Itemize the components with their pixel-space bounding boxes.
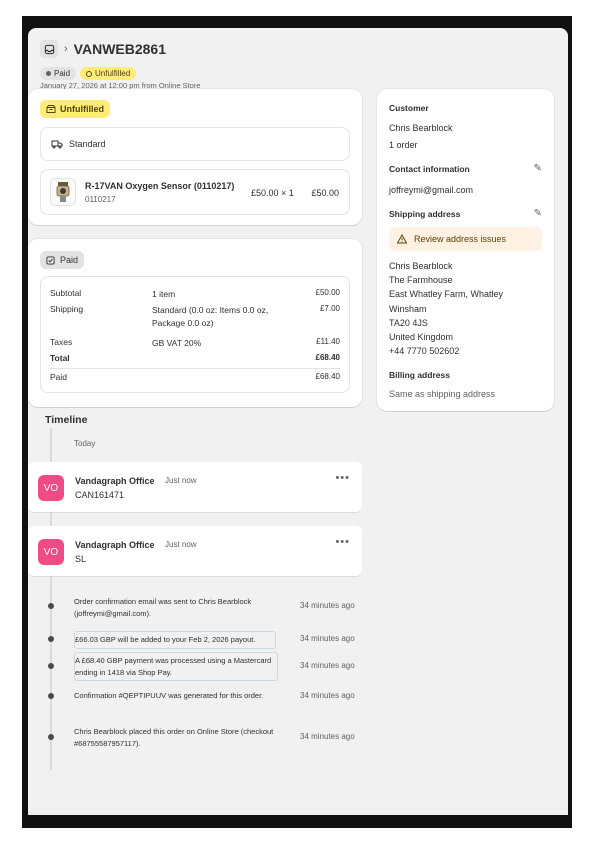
timeline-comment: VO Vandagraph Office Just now SL •••	[28, 526, 362, 576]
line-item: R-17VAN Oxygen Sensor (0110217) 0110217 …	[40, 169, 350, 215]
product-price-qty: £50.00 × 1	[251, 188, 294, 198]
dot-icon	[46, 71, 51, 76]
row-amount: £68.40	[315, 372, 340, 381]
orders-back-button[interactable]	[40, 40, 58, 58]
timeline-comment: VO Vandagraph Office Just now CAN161471 …	[28, 462, 362, 512]
contact-heading: Contact information	[389, 164, 470, 174]
timeline-dot	[48, 734, 54, 740]
payment-summary: Subtotal 1 item £50.00 Shipping Standard…	[40, 276, 350, 393]
product-sku: 0110217	[85, 195, 116, 204]
row-label: Taxes	[50, 337, 73, 347]
product-name[interactable]: R-17VAN Oxygen Sensor (0110217)	[85, 181, 234, 191]
event-time: 34 minutes ago	[300, 601, 355, 610]
shipping-method-label: Standard	[69, 139, 106, 149]
warning-icon	[397, 234, 407, 244]
address-line: Winsham	[389, 303, 427, 314]
avatar: VO	[38, 539, 64, 565]
comment-text: CAN161471	[75, 490, 125, 500]
sensor-image-icon	[56, 182, 70, 202]
timeline-day-label: Today	[74, 439, 96, 448]
event-text: Confirmation #QEPTIPUUV was generated fo…	[74, 691, 264, 700]
address-line: +44 7770 502602	[389, 346, 460, 357]
timeline-dot	[48, 636, 54, 642]
row-detail: 1 item	[152, 289, 176, 299]
fulfillment-card: Unfulfilled Standard R-17VAN Oxygen Sens…	[28, 89, 362, 225]
timeline-dot	[48, 603, 54, 609]
comment-time: Just now	[165, 476, 197, 485]
ring-icon	[86, 70, 93, 77]
unfulfilled-tag: Unfulfilled	[40, 100, 110, 118]
shipping-address: Chris Bearblock The Farmhouse East Whatl…	[389, 259, 503, 358]
paid-tag: Paid	[40, 251, 85, 269]
review-address-button[interactable]: Review address issues	[389, 227, 542, 251]
inbox-icon	[44, 44, 54, 54]
row-label: Paid	[50, 372, 68, 382]
page-title: VANWEB2861	[73, 41, 166, 57]
row-label: Subtotal	[50, 288, 82, 298]
unfulfilled-label: Unfulfilled	[60, 104, 104, 114]
billing-address-value: Same as shipping address	[389, 389, 496, 399]
comment-author: Vandagraph Office	[75, 476, 155, 486]
payment-card: Paid Subtotal 1 item £50.00 Shipping Sta…	[28, 239, 362, 407]
shipping-method-box: Standard	[40, 127, 350, 161]
payment-status-badge: Paid	[40, 67, 77, 80]
billing-address-heading: Billing address	[389, 370, 450, 380]
row-amount: £50.00	[315, 288, 340, 297]
row-label: Shipping	[50, 304, 84, 314]
row-amount: £11.40	[316, 337, 340, 346]
event-text[interactable]: A £68.40 GBP payment was processed using…	[74, 652, 278, 681]
comment-author: Vandagraph Office	[75, 540, 155, 550]
order-page: › VANWEB2861 Paid Unfulfilled January 27…	[28, 28, 568, 815]
edit-shipping-pencil-icon[interactable]: ✎	[534, 208, 542, 219]
product-thumbnail[interactable]	[50, 178, 76, 206]
comment-text: SL	[75, 554, 87, 564]
checkbox-icon	[46, 255, 55, 265]
product-total: £50.00	[311, 188, 339, 198]
payment-status-label: Paid	[54, 69, 71, 78]
more-actions-icon[interactable]: •••	[335, 536, 350, 548]
row-detail[interactable]: GB VAT 20%	[152, 337, 292, 350]
event-time: 34 minutes ago	[300, 634, 355, 643]
shipping-address-heading: Shipping address	[389, 209, 461, 219]
fulfillment-status-badge: Unfulfilled	[80, 67, 137, 80]
page-header: › VANWEB2861	[40, 40, 166, 58]
more-actions-icon[interactable]: •••	[335, 472, 350, 484]
row-amount: £68.40	[315, 353, 340, 362]
edit-contact-pencil-icon[interactable]: ✎	[534, 163, 542, 174]
row-label: Total	[50, 353, 70, 363]
address-line: East Whatley Farm, Whatley	[389, 289, 504, 300]
event-text: Chris Bearblock placed this order on Onl…	[74, 727, 274, 748]
address-line: Chris Bearblock	[389, 261, 453, 271]
address-line: United Kingdom	[389, 332, 454, 343]
customer-heading: Customer	[389, 103, 429, 113]
truck-icon	[51, 140, 63, 149]
event-text[interactable]: £66.03 GBP will be added to your Feb 2, …	[74, 631, 276, 649]
event-text: Order confirmation email was sent to Chr…	[74, 597, 252, 618]
event-time: 34 minutes ago	[300, 661, 355, 670]
row-detail: Standard (0.0 oz: Items 0.0 oz, Package …	[152, 305, 269, 328]
fulfillment-status-label: Unfulfilled	[95, 69, 131, 78]
timeline-dot	[48, 693, 54, 699]
customer-card: Customer Chris Bearblock 1 order Contact…	[377, 89, 554, 411]
customer-email-link[interactable]: joffreymi@gmail.com	[389, 185, 473, 195]
timeline-title: Timeline	[45, 414, 88, 426]
customer-orders-link[interactable]: 1 order	[389, 140, 418, 150]
customer-name-link[interactable]: Chris Bearblock	[389, 123, 453, 133]
chevron-right-icon: ›	[64, 43, 68, 55]
event-time: 34 minutes ago	[300, 691, 355, 700]
divider	[50, 368, 340, 369]
event-time: 34 minutes ago	[300, 732, 355, 741]
row-amount: £7.00	[319, 304, 340, 313]
timeline-dot	[48, 663, 54, 669]
address-line: TA20 4JS	[389, 317, 428, 328]
paid-label: Paid	[60, 255, 79, 265]
review-address-label: Review address issues	[414, 234, 507, 244]
address-line: The Farmhouse	[389, 275, 453, 286]
avatar: VO	[38, 475, 64, 501]
comment-time: Just now	[165, 540, 197, 549]
package-icon	[46, 105, 56, 113]
status-badges: Paid Unfulfilled	[40, 67, 137, 80]
